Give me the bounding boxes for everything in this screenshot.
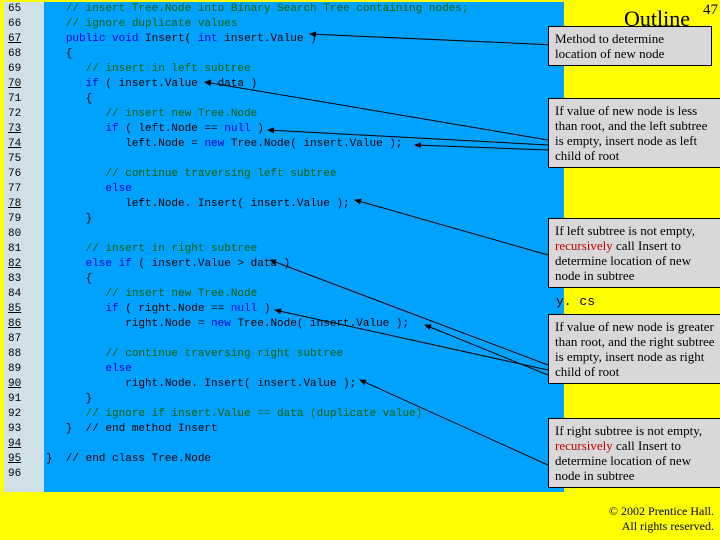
line-numbers: 65 66 67 68 69 70 71 72 73 74 75 76 77 7…	[8, 2, 21, 482]
callout-left-insert: If value of new node is less than root, …	[548, 98, 720, 168]
callout-method: Method to determine location of new node	[548, 26, 712, 66]
callout-right-insert: If value of new node is greater than roo…	[548, 314, 720, 384]
copyright: © 2002 Prentice Hall.All rights reserved…	[609, 504, 714, 534]
file-fragment: y. cs	[556, 294, 595, 309]
code-area: 65 66 67 68 69 70 71 72 73 74 75 76 77 7…	[4, 2, 564, 492]
slide-stage: Outline 47 65 66 67 68 69 70 71 72 73 74…	[0, 0, 720, 540]
callout-right-recurse: If right subtree is not empty, recursive…	[548, 418, 720, 488]
code-body: // insert Tree.Node into Binary Search T…	[46, 2, 468, 467]
callout-left-recurse: If left subtree is not empty, recursivel…	[548, 218, 720, 288]
page-number: 47	[703, 2, 718, 19]
